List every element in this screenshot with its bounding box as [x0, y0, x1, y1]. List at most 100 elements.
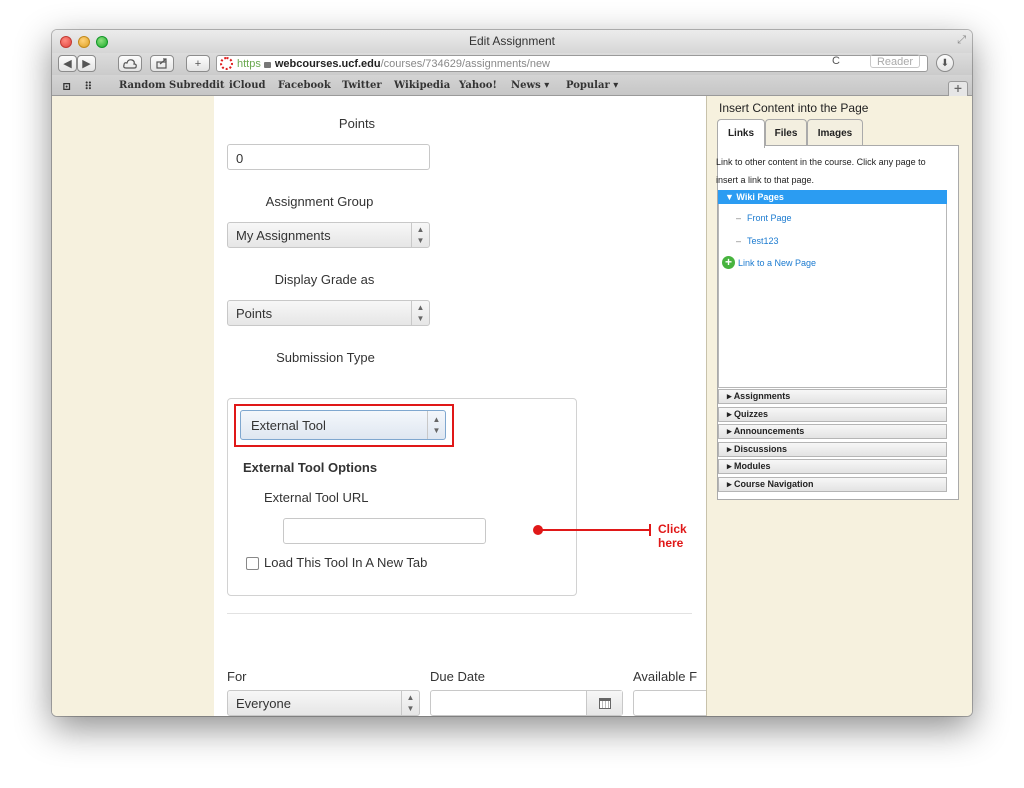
tab-links[interactable]: Links: [717, 119, 765, 148]
wiki-pages-list: – Front Page – Test123: [718, 204, 947, 388]
external-tool-url-label: External Tool URL: [264, 490, 369, 505]
fullscreen-icon[interactable]: ⤢: [957, 34, 966, 47]
select-arrows-icon: ▲ ▼: [411, 301, 429, 325]
url-domain: webcourses.ucf.edu: [274, 57, 381, 70]
window-title: Edit Assignment: [468, 34, 556, 48]
section-announcements[interactable]: ▸ Announcements: [718, 424, 947, 439]
bookmark-facebook[interactable]: Facebook: [278, 80, 331, 91]
dash-icon: –: [736, 213, 742, 223]
external-tool-url-input[interactable]: [283, 518, 486, 544]
due-date-input[interactable]: [430, 690, 623, 716]
triangle-right-icon: ▸: [727, 461, 735, 471]
reading-list-icon[interactable]: ⊡: [62, 80, 71, 93]
triangle-right-icon: ▸: [727, 479, 735, 489]
address-bar[interactable]: https webcourses.ucf.edu/courses/734629/…: [216, 55, 928, 72]
bookmark-wikipedia[interactable]: Wikipedia: [394, 80, 450, 91]
wiki-item-test123[interactable]: – Test123: [736, 236, 779, 246]
available-from-input[interactable]: [633, 690, 706, 716]
for-select[interactable]: Everyone ▲ ▼: [227, 690, 420, 716]
cloud-icon: [123, 58, 137, 69]
annotation-click-here: Click here: [658, 522, 687, 550]
submission-type-label: Submission Type: [276, 350, 375, 365]
triangle-down-icon: ▼: [725, 192, 737, 202]
add-tab-button[interactable]: +: [948, 81, 968, 97]
links-description: Link to other content in the course. Cli…: [716, 157, 926, 185]
select-arrows-icon: ▲ ▼: [411, 223, 429, 247]
available-from-label: Available F: [633, 669, 698, 684]
bookmark-news[interactable]: News ▾: [511, 80, 549, 91]
share-icon: [156, 58, 167, 69]
section-label: Announcements: [733, 426, 805, 436]
new-tab-checkbox-label[interactable]: Load This Tool In A New Tab: [264, 555, 427, 570]
submission-type-value: External Tool: [251, 418, 326, 433]
padlock-icon: [263, 61, 271, 68]
points-input[interactable]: 0: [227, 144, 430, 170]
url-path: /courses/734629/assignments/new: [380, 57, 551, 70]
submission-type-select[interactable]: External Tool ▲ ▼: [240, 410, 446, 440]
select-arrows-icon: ▲ ▼: [401, 691, 419, 715]
add-circle-icon[interactable]: +: [722, 256, 735, 269]
https-label: https: [237, 57, 261, 70]
tab-images[interactable]: Images: [807, 119, 863, 146]
download-icon: ⬇: [940, 57, 950, 69]
triangle-right-icon: ▸: [727, 444, 735, 454]
new-tab-button[interactable]: +: [186, 55, 210, 72]
section-label: Discussions: [734, 444, 788, 454]
bookmark-icloud[interactable]: iCloud: [229, 80, 266, 91]
bookmark-yahoo[interactable]: Yahoo!: [459, 80, 497, 91]
plus-icon: +: [194, 57, 202, 70]
annotation-arrow-line: [538, 529, 650, 531]
due-date-calendar-button[interactable]: [586, 691, 622, 715]
section-discussions[interactable]: ▸ Discussions: [718, 442, 947, 457]
triangle-right-icon: ▸: [727, 426, 734, 436]
bookmark-random-subreddit[interactable]: Random Subreddit: [119, 80, 225, 91]
back-button[interactable]: ◀: [58, 55, 77, 72]
back-arrow-icon: ◀: [63, 58, 72, 70]
share-button[interactable]: [150, 55, 174, 72]
section-assignments[interactable]: ▸ Assignments: [718, 389, 947, 404]
reader-button[interactable]: Reader: [870, 54, 920, 68]
annotation-tick: [649, 524, 651, 536]
top-sites-icon[interactable]: ⠿: [84, 80, 93, 93]
for-label: For: [227, 669, 247, 684]
forward-button[interactable]: ▶: [77, 55, 96, 72]
title-bar: Edit Assignment ⤢: [52, 30, 972, 53]
section-course-navigation[interactable]: ▸ Course Navigation: [718, 477, 947, 492]
bookmark-popular[interactable]: Popular ▾: [566, 80, 618, 91]
due-date-label: Due Date: [430, 669, 485, 684]
bookmark-twitter[interactable]: Twitter: [342, 80, 382, 91]
tab-files[interactable]: Files: [765, 119, 807, 146]
loading-icon: [220, 57, 233, 70]
page-content: Points 0 Assignment Group My Assignments…: [52, 96, 972, 716]
assignment-group-select[interactable]: My Assignments ▲ ▼: [227, 222, 430, 248]
forward-arrow-icon: ▶: [82, 58, 91, 70]
select-arrows-icon: ▲ ▼: [427, 411, 445, 439]
section-modules[interactable]: ▸ Modules: [718, 459, 947, 474]
section-label: Assignments: [733, 391, 791, 401]
annotation-dot: [533, 525, 543, 535]
link-to-new-page[interactable]: Link to a New Page: [738, 258, 816, 268]
new-tab-checkbox[interactable]: [246, 557, 259, 570]
section-label: Modules: [734, 461, 771, 471]
sidebar-title: Insert Content into the Page: [719, 101, 869, 115]
wiki-pages-label: Wiki Pages: [736, 192, 784, 202]
section-label: Quizzes: [734, 409, 769, 419]
wiki-pages-header[interactable]: ▼ Wiki Pages: [718, 190, 947, 204]
display-grade-select[interactable]: Points ▲ ▼: [227, 300, 430, 326]
bookmarks-bar: ⊡ ⠿ Random Subreddit iCloud Facebook Twi…: [52, 75, 972, 97]
wiki-item-front-page[interactable]: – Front Page: [736, 213, 792, 223]
display-grade-value: Points: [236, 306, 273, 321]
dash-icon: –: [736, 236, 742, 246]
wiki-item-label: Test123: [747, 236, 779, 246]
downloads-button[interactable]: ⬇: [936, 54, 954, 72]
browser-window: Edit Assignment ⤢ ◀ ▶ + https webcourses…: [52, 30, 972, 716]
icloud-tabs-button[interactable]: [118, 55, 142, 72]
triangle-right-icon: ▸: [727, 409, 735, 419]
section-quizzes[interactable]: ▸ Quizzes: [718, 407, 947, 422]
assignment-group-value: My Assignments: [236, 228, 331, 243]
section-label: Course Navigation: [734, 479, 814, 489]
assignment-group-label: Assignment Group: [265, 194, 374, 209]
section-divider: [227, 613, 692, 614]
browser-toolbar: ◀ ▶ + https webcourses.ucf.edu/courses/7…: [52, 53, 972, 75]
triangle-right-icon: ▸: [727, 391, 734, 401]
